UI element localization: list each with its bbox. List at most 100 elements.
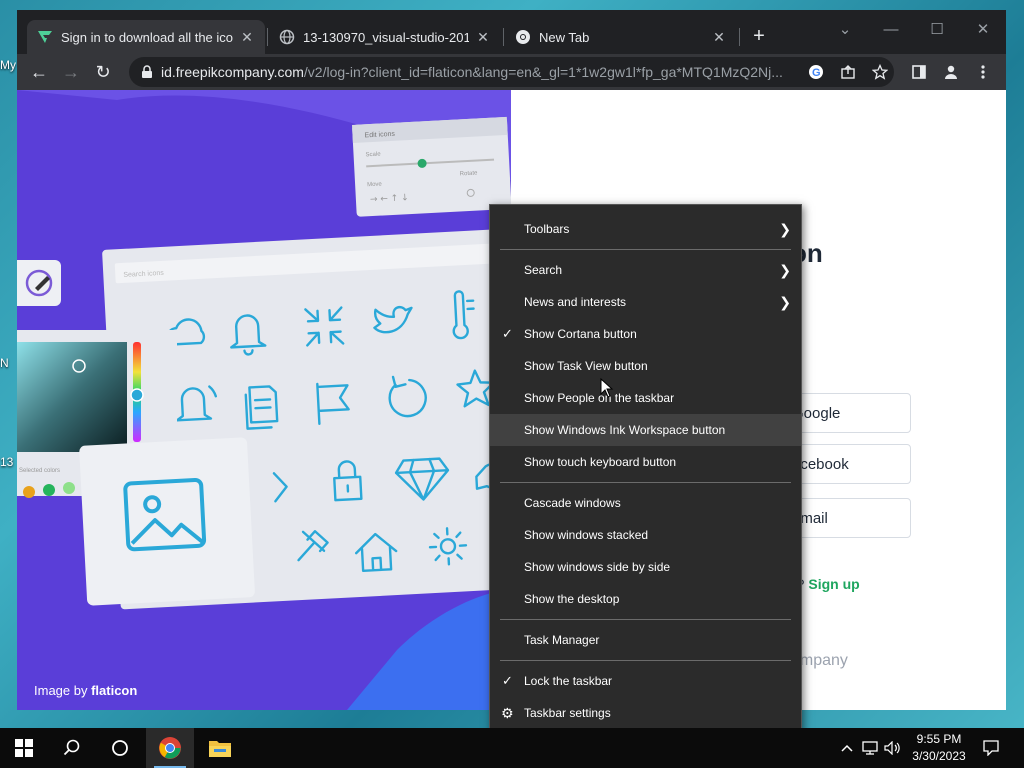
menu-item-label: Show Task View button [524,359,648,373]
show-hidden-icons-button[interactable] [836,728,858,768]
checkmark-icon: ✓ [502,326,513,341]
clock-date: 3/30/2023 [912,749,966,763]
tab-visual-studio[interactable]: 13-130970_visual-studio-2019-ic ✕ [269,20,501,54]
svg-text:G: G [812,67,821,79]
chrome-icon [159,737,181,759]
network-icon [862,741,878,755]
maximize-button[interactable]: ☐ [914,14,960,44]
menu-item-show-touch-keyboard-button[interactable]: Show touch keyboard button [490,446,801,478]
menu-item-label: Show Windows Ink Workspace button [524,423,726,437]
back-button[interactable]: ← [25,58,53,86]
share-icon[interactable] [837,61,859,83]
minimize-button[interactable]: — [868,14,914,44]
close-icon[interactable]: ✕ [475,29,491,45]
menu-item-search[interactable]: Search ❯ [490,254,801,286]
action-center-button[interactable] [980,728,1002,768]
tab-separator [503,28,504,46]
credit-brand: flaticon [91,683,138,698]
windows-taskbar: 9:55 PM 3/30/2023 [0,728,1024,768]
flaticon-logo-icon [38,31,52,43]
chevron-up-icon [841,744,853,752]
search-icon [63,739,80,756]
taskbar-context-menu: Toolbars ❯ Search ❯ News and interests ❯ ✓ Show… [489,204,802,737]
taskbar-chrome[interactable] [146,728,194,768]
menu-item-label: Cascade windows [524,496,621,510]
cortana-button[interactable] [96,728,144,768]
close-icon[interactable]: ✕ [711,29,727,45]
tab-flaticon-signin[interactable]: Sign in to download all the icons ✕ [27,20,265,54]
cortana-icon [112,740,128,756]
notification-icon [983,740,999,756]
desktop-label-3[interactable]: 13 [0,455,13,469]
bookmark-star-icon[interactable] [869,61,891,83]
menu-item-show-windows-ink-workspace-button[interactable]: Show Windows Ink Workspace button [490,414,801,446]
menu-kebab-icon[interactable] [971,60,995,84]
tab-label: 13-130970_visual-studio-2019-ic [303,29,469,45]
chevron-right-icon: ❯ [779,221,791,237]
start-icon [15,739,33,757]
network-button[interactable] [860,728,882,768]
menu-item-show-cortana-button[interactable]: ✓ Show Cortana button [490,318,801,350]
menu-item-taskbar-settings[interactable]: ⚙ Taskbar settings [490,697,801,729]
profile-icon[interactable] [939,60,963,84]
clock-time: 9:55 PM [916,732,962,746]
menu-item-task-manager[interactable]: Task Manager [490,624,801,656]
side-panel-icon[interactable] [907,60,931,84]
chevron-right-icon: ❯ [779,262,791,278]
url-text[interactable]: id.freepikcompany.com/v2/log-in?client_i… [161,64,801,80]
tab-separator [739,28,740,46]
menu-separator [500,482,791,483]
forward-button[interactable]: → [57,58,85,86]
menu-item-label: Show touch keyboard button [524,455,677,469]
tab-new-tab[interactable]: New Tab ✕ [505,20,737,54]
menu-item-label: Lock the taskbar [524,674,613,688]
browser-toolbar: ← → ↻ id.freepikcompany.com/v2/log-in?cl… [17,54,1006,90]
tab-label: New Tab [539,29,590,45]
tab-strip: Sign in to download all the icons ✕ 13-1… [17,10,1006,54]
globe-icon [279,29,295,45]
desktop-label-2[interactable]: N [0,356,9,370]
mouse-pointer-icon [600,378,614,398]
menu-item-cascade-windows[interactable]: Cascade windows [490,487,801,519]
menu-item-label: Taskbar settings [524,706,611,720]
signup-link[interactable]: Sign up [808,576,859,592]
hero-illustration: Edit icons Scale Move Rotate → ← ↑ ↓ Sea… [17,90,511,710]
taskbar-search-button[interactable] [48,728,96,768]
menu-item-news-and-interests[interactable]: News and interests ❯ [490,286,801,318]
gear-icon: ⚙ [501,705,514,721]
lock-icon[interactable] [141,65,153,79]
start-button[interactable] [0,728,48,768]
reload-button[interactable]: ↻ [89,58,117,86]
close-window-button[interactable]: ✕ [960,14,1006,44]
menu-item-show-windows-side-by-side[interactable]: Show windows side by side [490,551,801,583]
credit-prefix: Image by [34,683,92,698]
url-host: id.freepikcompany.com [161,64,304,80]
menu-item-label: Show windows side by side [524,560,671,574]
menu-item-show-people-on-the-taskbar[interactable]: Show People on the taskbar [490,382,801,414]
menu-item-lock-the-taskbar[interactable]: ✓ Lock the taskbar [490,665,801,697]
file-explorer-icon [209,741,231,757]
menu-item-show-the-desktop[interactable]: Show the desktop [490,583,801,615]
address-bar[interactable]: id.freepikcompany.com/v2/log-in?client_i… [129,57,894,87]
menu-item-label: Show Cortana button [524,327,637,341]
menu-item-toolbars[interactable]: Toolbars ❯ [490,213,801,245]
menu-item-label: Show the desktop [524,592,620,606]
close-icon[interactable]: ✕ [239,29,255,45]
menu-item-show-task-view-button[interactable]: Show Task View button [490,350,801,382]
taskbar-clock[interactable]: 9:55 PM 3/30/2023 [900,731,978,765]
menu-separator [500,660,791,661]
menu-item-label: Task Manager [524,633,600,647]
new-tab-button[interactable]: + [747,24,771,48]
image-credit: Image by flaticon [34,683,137,698]
google-lens-icon[interactable]: G [805,61,827,83]
tab-search-button[interactable]: ⌄ [822,14,868,44]
desktop-label-1[interactable]: My [0,58,16,72]
checkmark-icon: ✓ [502,673,513,688]
menu-item-label: Search [524,263,563,277]
menu-item-show-windows-stacked[interactable]: Show windows stacked [490,519,801,551]
chrome-icon [516,30,530,44]
url-path: /v2/log-in?client_id=flaticon&lang=en&_g… [303,64,783,80]
taskbar-file-explorer[interactable] [196,728,244,768]
tab-separator [267,28,268,46]
menu-separator [500,619,791,620]
